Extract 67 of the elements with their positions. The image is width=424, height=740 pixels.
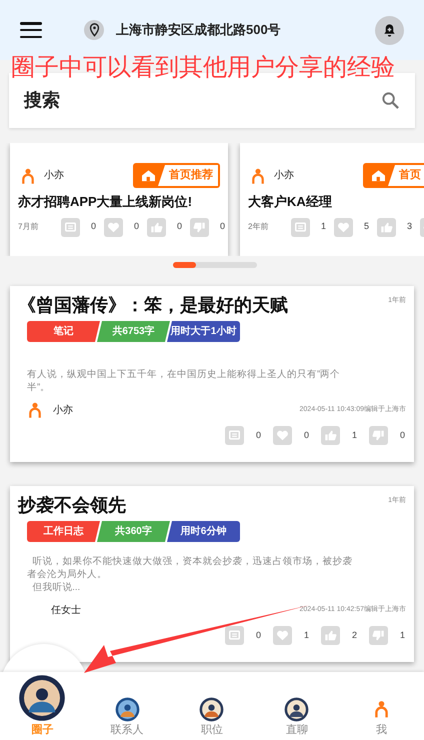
notification-bell-icon[interactable] — [375, 16, 404, 44]
comment-icon[interactable] — [291, 218, 310, 236]
tag-label: 工作日志 — [27, 521, 100, 542]
count-text: 0 — [254, 628, 261, 642]
thumbs-down-icon[interactable] — [190, 218, 209, 236]
excerpt-text: 有人说，纵观中国上下五千年，在中国历史上能称得上圣人的只有”两个半”。 — [27, 368, 342, 394]
author-name: 任女士 — [51, 604, 81, 618]
thumbs-down-icon[interactable] — [369, 626, 388, 645]
count-text: 0 — [302, 428, 309, 442]
count-text: 1 — [302, 628, 309, 642]
recommend-badge: 首页推荐 — [133, 163, 220, 188]
featured-card[interactable]: 小亦 首页 大客户KA经理 2年前 1 5 3 — [240, 143, 424, 256]
thumbs-up-icon[interactable] — [321, 626, 340, 645]
count-text: 2 — [350, 628, 357, 642]
avatar-icon — [284, 697, 310, 722]
person-icon — [375, 699, 388, 719]
thumbs-up-icon[interactable] — [377, 218, 396, 236]
author-name: 小亦 — [274, 168, 294, 183]
post-title: 亦才招聘APP大量上线新岗位! — [18, 193, 194, 211]
person-icon — [252, 168, 264, 184]
excerpt-text: 听说，如果你不能快速做大做强，资本就会抄袭，迅速占领市场，被抄袭者会沦为局外人。 — [27, 555, 354, 581]
nav-tab[interactable]: 直聊 — [254, 697, 340, 740]
nav-tab[interactable]: 职位 — [170, 697, 254, 740]
author-name: 小亦 — [53, 404, 73, 418]
count-text: 0 — [176, 220, 182, 234]
tag-label: 共6753字 — [97, 321, 170, 342]
time-text: 2年前 — [248, 221, 270, 233]
comment-icon[interactable] — [225, 426, 244, 445]
nav-tab[interactable]: 联系人 — [84, 697, 170, 740]
menu-icon[interactable] — [20, 22, 42, 38]
avatar-icon — [18, 674, 66, 722]
avatar-icon — [114, 697, 140, 722]
location-text[interactable]: 上海市静安区成都北路500号 — [116, 20, 281, 40]
count-text: 0 — [90, 220, 96, 234]
thumbs-down-icon[interactable] — [369, 426, 388, 445]
count-text: 0 — [218, 220, 225, 234]
person-icon — [22, 168, 34, 184]
count-text: 3 — [406, 220, 412, 234]
nav-tab[interactable]: 我 — [339, 699, 424, 740]
post-title: 抄袭不会领先 — [18, 494, 126, 517]
count-text: 0 — [254, 428, 261, 442]
thumbs-up-icon[interactable] — [321, 426, 340, 445]
count-text: 0 — [132, 220, 139, 234]
count-text: 1 — [350, 428, 357, 442]
comment-icon[interactable] — [61, 218, 80, 236]
search-placeholder: 搜索 — [24, 89, 60, 112]
time-text: 7月前 — [18, 221, 40, 233]
location-pin-icon — [84, 20, 104, 40]
tag-label: 笔记 — [27, 321, 100, 342]
post-title: 《曾国藩传》：笨，是最好的天赋 — [18, 294, 288, 317]
tag-label: 共360字 — [97, 521, 170, 542]
author-name: 小亦 — [44, 168, 64, 183]
count-text: 5 — [362, 220, 369, 234]
search-icon[interactable] — [381, 91, 400, 110]
recommend-badge: 首页 — [363, 163, 424, 188]
featured-card[interactable]: 小亦 首页推荐 亦才招聘APP大量上线新岗位! 7月前 0 0 0 0 — [10, 143, 228, 256]
count-text: 1 — [398, 628, 405, 642]
thumbs-up-icon[interactable] — [147, 218, 166, 236]
excerpt-text: 但我听说... — [31, 581, 82, 594]
comment-icon[interactable] — [225, 626, 244, 645]
count-text: 1 — [320, 220, 326, 234]
post-title: 大客户KA经理 — [248, 193, 333, 211]
avatar-icon — [199, 697, 224, 722]
person-icon — [29, 402, 41, 418]
tag-label: 用时大于1小时 — [167, 321, 240, 342]
tag-label: 用时6分钟 — [167, 521, 240, 542]
count-text: 0 — [398, 428, 405, 442]
